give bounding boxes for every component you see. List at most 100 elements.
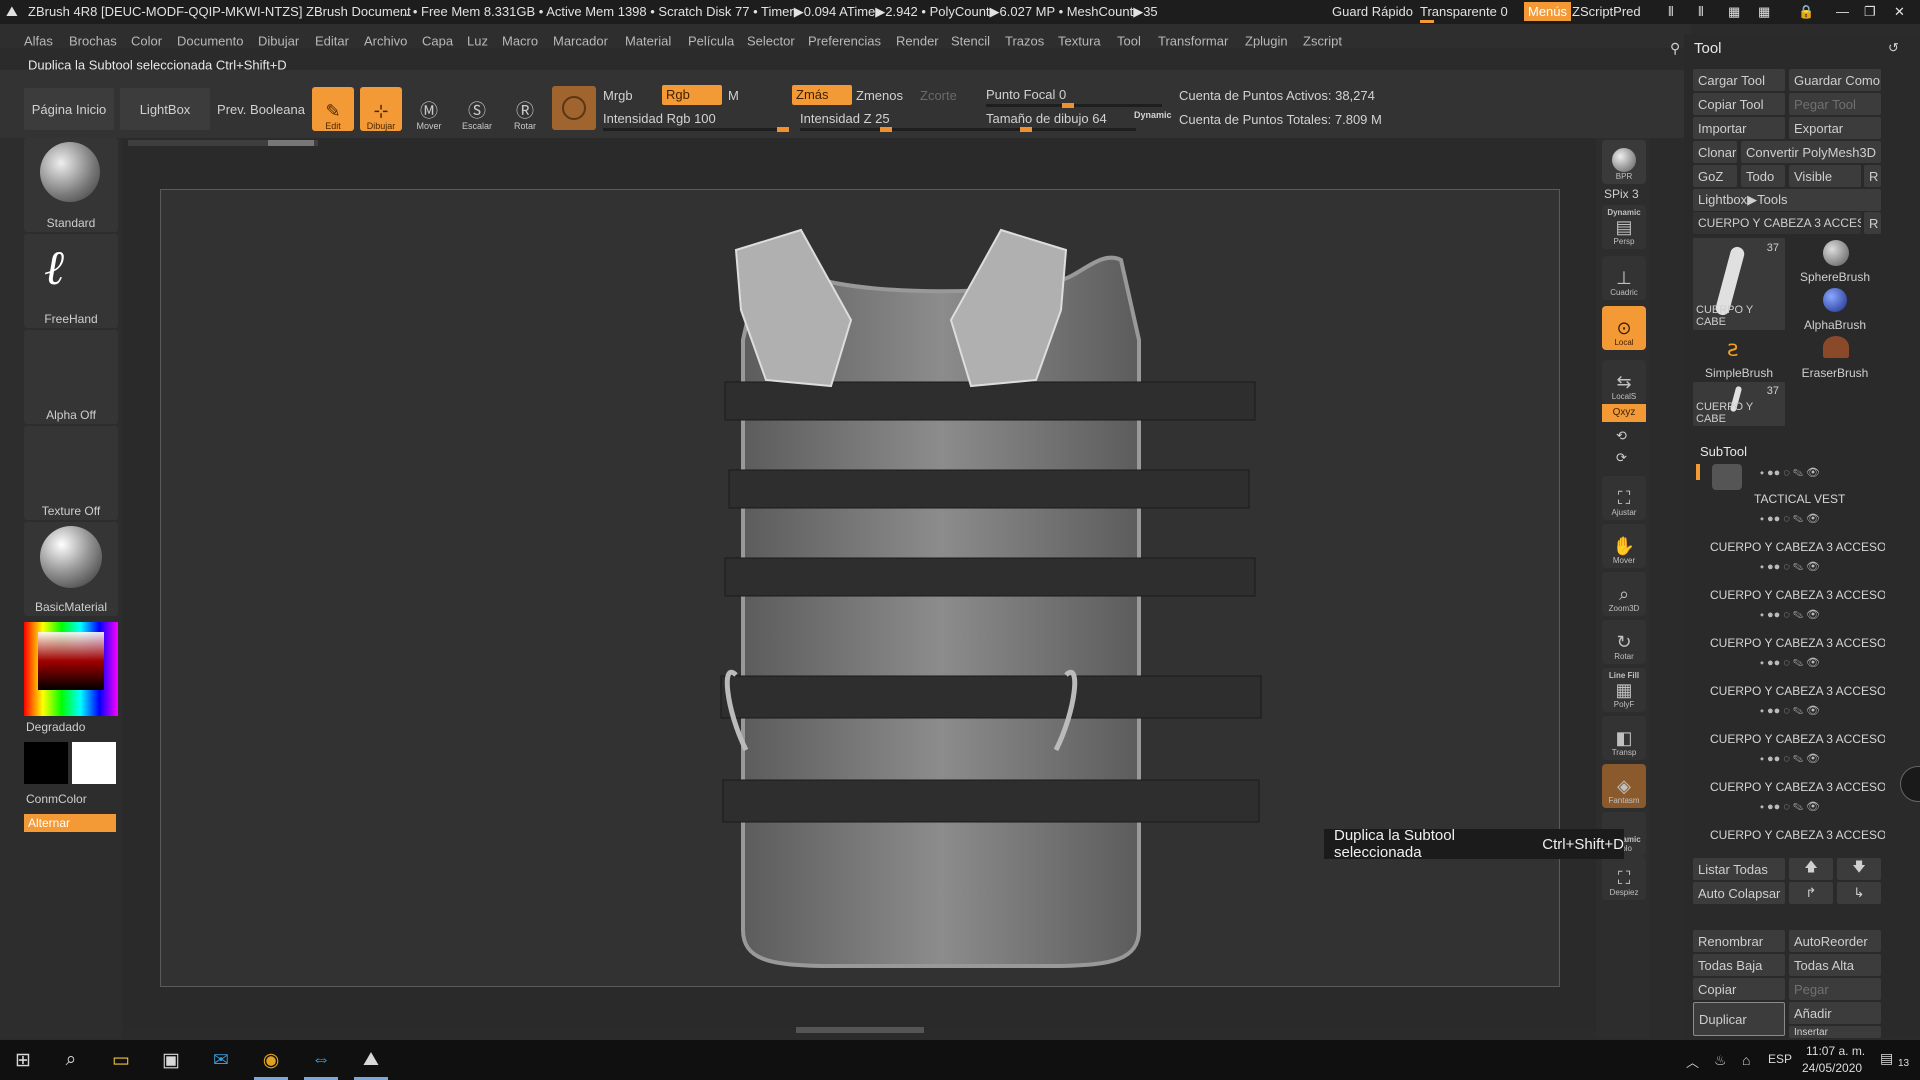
- frame-button[interactable]: ⛶ Ajustar: [1602, 476, 1646, 520]
- subtool-row-1[interactable]: TACTICAL VEST: [1754, 492, 1920, 506]
- duplicate-subtool-button[interactable]: Duplicar: [1693, 1002, 1785, 1036]
- mail-icon[interactable]: ✉: [204, 1046, 238, 1074]
- move-up-icon[interactable]: ↱: [1789, 882, 1833, 904]
- windows-start-icon[interactable]: ⊞: [6, 1046, 40, 1074]
- rotate-view-button[interactable]: ↻ Rotar: [1602, 620, 1646, 664]
- auto-reorder-button[interactable]: AutoReorder: [1789, 930, 1881, 952]
- menu-zplugin[interactable]: Zplugin: [1245, 34, 1288, 49]
- rgb-toggle[interactable]: Rgb: [662, 85, 722, 105]
- restore-icon[interactable]: ❐: [1864, 4, 1876, 20]
- menu-render[interactable]: Render: [896, 34, 939, 49]
- local-symmetry-toggle[interactable]: ⇆ LocalS: [1602, 360, 1646, 404]
- save-as-button[interactable]: Guardar Como: [1789, 69, 1881, 91]
- menu-zscript[interactable]: Zscript: [1303, 34, 1342, 49]
- convert-polymesh-button[interactable]: Convertir PolyMesh3D: [1741, 141, 1881, 163]
- brush-selector[interactable]: Standard: [24, 138, 118, 232]
- local-transform-toggle[interactable]: ⊙ Local: [1602, 306, 1646, 350]
- export-button[interactable]: Exportar: [1789, 117, 1881, 139]
- pin-icon[interactable]: ⚲: [1670, 40, 1680, 57]
- all-low-button[interactable]: Todas Baja: [1693, 954, 1785, 976]
- draw-size-track[interactable]: [986, 127, 1136, 132]
- document-canvas[interactable]: [160, 189, 1560, 987]
- move-up-arrow-icon[interactable]: 🡅: [1789, 858, 1833, 880]
- copy-tool-button[interactable]: Copiar Tool: [1693, 93, 1785, 115]
- menu-color[interactable]: Color: [131, 34, 162, 49]
- copy-subtool-button[interactable]: Copiar: [1693, 978, 1785, 1000]
- menu-capa[interactable]: Capa: [422, 34, 453, 49]
- menu-dibujar[interactable]: Dibujar: [258, 34, 299, 49]
- subtool-row-controls-3[interactable]: ⬩ ●● ◌ ✎ 👁: [1760, 560, 1820, 574]
- quicksave-button[interactable]: Guard Rápido: [1332, 4, 1413, 19]
- lightbox-tools-button[interactable]: Lightbox▶Tools: [1693, 189, 1881, 211]
- subtool-row-7[interactable]: CUERPO Y CABEZA 3 ACCESORIOS: [1710, 780, 1885, 794]
- menu-documento[interactable]: Documento: [177, 34, 243, 49]
- subtool-header[interactable]: SubTool: [1700, 444, 1747, 459]
- menu-material[interactable]: Material: [625, 34, 671, 49]
- goz-all-button[interactable]: Todo: [1741, 165, 1785, 187]
- menus-toggle[interactable]: Menús: [1524, 2, 1572, 21]
- tray-expand-icon[interactable]: ︿: [1686, 1052, 1699, 1071]
- bpr-render-button[interactable]: BPR: [1602, 140, 1646, 184]
- bottom-scroll-handle[interactable]: [796, 1027, 924, 1033]
- subtool-row-3[interactable]: CUERPO Y CABEZA 3 ACCESORIOS: [1710, 588, 1885, 602]
- lightbox-button[interactable]: LightBox: [120, 88, 210, 130]
- ui-layout-icon[interactable]: ▦: [1728, 4, 1740, 20]
- draw-mode-button[interactable]: ⊹ Dibujar: [360, 87, 402, 131]
- perspective-toggle[interactable]: Dynamic ▤ Persp: [1602, 205, 1646, 249]
- goz-button[interactable]: GoZ: [1693, 165, 1737, 187]
- simple-brush-thumb[interactable]: ꙅ SimpleBrush: [1693, 334, 1785, 380]
- paste-tool-button[interactable]: Pegar Tool: [1789, 93, 1881, 115]
- clock-date[interactable]: 24/05/2020: [1802, 1061, 1862, 1075]
- eraser-brush-thumb[interactable]: EraserBrush: [1789, 334, 1881, 380]
- z-intensity-track[interactable]: [800, 127, 986, 132]
- subtool-vest-thumbnail[interactable]: [1712, 464, 1742, 490]
- material-selector[interactable]: BasicMaterial: [24, 522, 118, 616]
- xpose-button[interactable]: ⛶ Despiez: [1602, 856, 1646, 900]
- menu-preferencias[interactable]: Preferencias: [808, 34, 881, 49]
- scale-mode-button[interactable]: Ⓢ Escalar: [456, 87, 498, 131]
- rename-button[interactable]: Renombrar: [1693, 930, 1785, 952]
- network-icon[interactable]: ⌂: [1742, 1052, 1750, 1068]
- z-intensity-slider[interactable]: Intensidad Z 25: [800, 111, 890, 126]
- edit-mode-button[interactable]: ✎ Edit: [312, 87, 354, 131]
- close-icon[interactable]: ✕: [1894, 4, 1905, 20]
- store-icon[interactable]: ▣: [154, 1046, 188, 1074]
- menu-alfas[interactable]: Alfas: [24, 34, 53, 49]
- insert-subtool-button[interactable]: Insertar: [1789, 1026, 1881, 1038]
- m-toggle[interactable]: M: [728, 88, 739, 103]
- material-swatch-button[interactable]: [552, 86, 596, 130]
- menu-marcador[interactable]: Marcador: [553, 34, 608, 49]
- layout-left-icon[interactable]: ⦀: [1668, 4, 1674, 20]
- secondary-color-swatch[interactable]: [72, 742, 116, 784]
- menu-textura[interactable]: Textura: [1058, 34, 1101, 49]
- mrgb-toggle[interactable]: Mrgb: [603, 88, 633, 103]
- doc-scrollbar[interactable]: [128, 140, 318, 146]
- zbrush-taskbar-icon[interactable]: ⛰: [354, 1046, 388, 1074]
- menu-macro[interactable]: Macro: [502, 34, 538, 49]
- auto-collapse-button[interactable]: Auto Colapsar: [1693, 882, 1785, 904]
- move-down-arrow-icon[interactable]: 🡇: [1837, 858, 1881, 880]
- draw-size-slider[interactable]: Tamaño de dibujo 64: [986, 111, 1107, 126]
- subtool-row-6[interactable]: CUERPO Y CABEZA 3 ACCESORIOS: [1710, 732, 1885, 746]
- subtool-row-controls-2[interactable]: ⬩ ●● ◌ ✎ 👁: [1760, 512, 1820, 526]
- xyz-rotation-toggle[interactable]: Qxyz: [1602, 404, 1646, 422]
- chrome-icon[interactable]: ◉: [254, 1046, 288, 1074]
- rgb-intensity-slider[interactable]: Intensidad Rgb 100: [603, 111, 716, 126]
- primary-color-swatch[interactable]: [24, 742, 68, 784]
- teamviewer-icon[interactable]: ⇔: [304, 1046, 338, 1074]
- alpha-selector[interactable]: Alpha Off: [24, 330, 118, 424]
- notifications-icon[interactable]: ▤: [1880, 1050, 1893, 1067]
- home-page-button[interactable]: Página Inicio: [24, 88, 114, 130]
- paste-subtool-button[interactable]: Pegar: [1789, 978, 1881, 1000]
- zcut-toggle[interactable]: Zcorte: [920, 88, 957, 103]
- ui-layout2-icon[interactable]: ▦: [1758, 4, 1770, 20]
- color-picker[interactable]: [24, 622, 118, 716]
- append-subtool-button[interactable]: Añadir: [1789, 1002, 1881, 1024]
- stroke-selector[interactable]: ℓ FreeHand: [24, 234, 118, 328]
- subtool-row-5[interactable]: CUERPO Y CABEZA 3 ACCESORIOS: [1710, 684, 1885, 698]
- menu-selector[interactable]: Selector: [747, 34, 795, 49]
- dynamic-toggle[interactable]: Dynamic: [1134, 110, 1172, 120]
- spix-slider[interactable]: SPix 3: [1604, 187, 1639, 201]
- subtool-row-2[interactable]: CUERPO Y CABEZA 3 ACCESORIOS: [1710, 540, 1885, 554]
- transparency-toggle[interactable]: ◧ Transp: [1602, 716, 1646, 760]
